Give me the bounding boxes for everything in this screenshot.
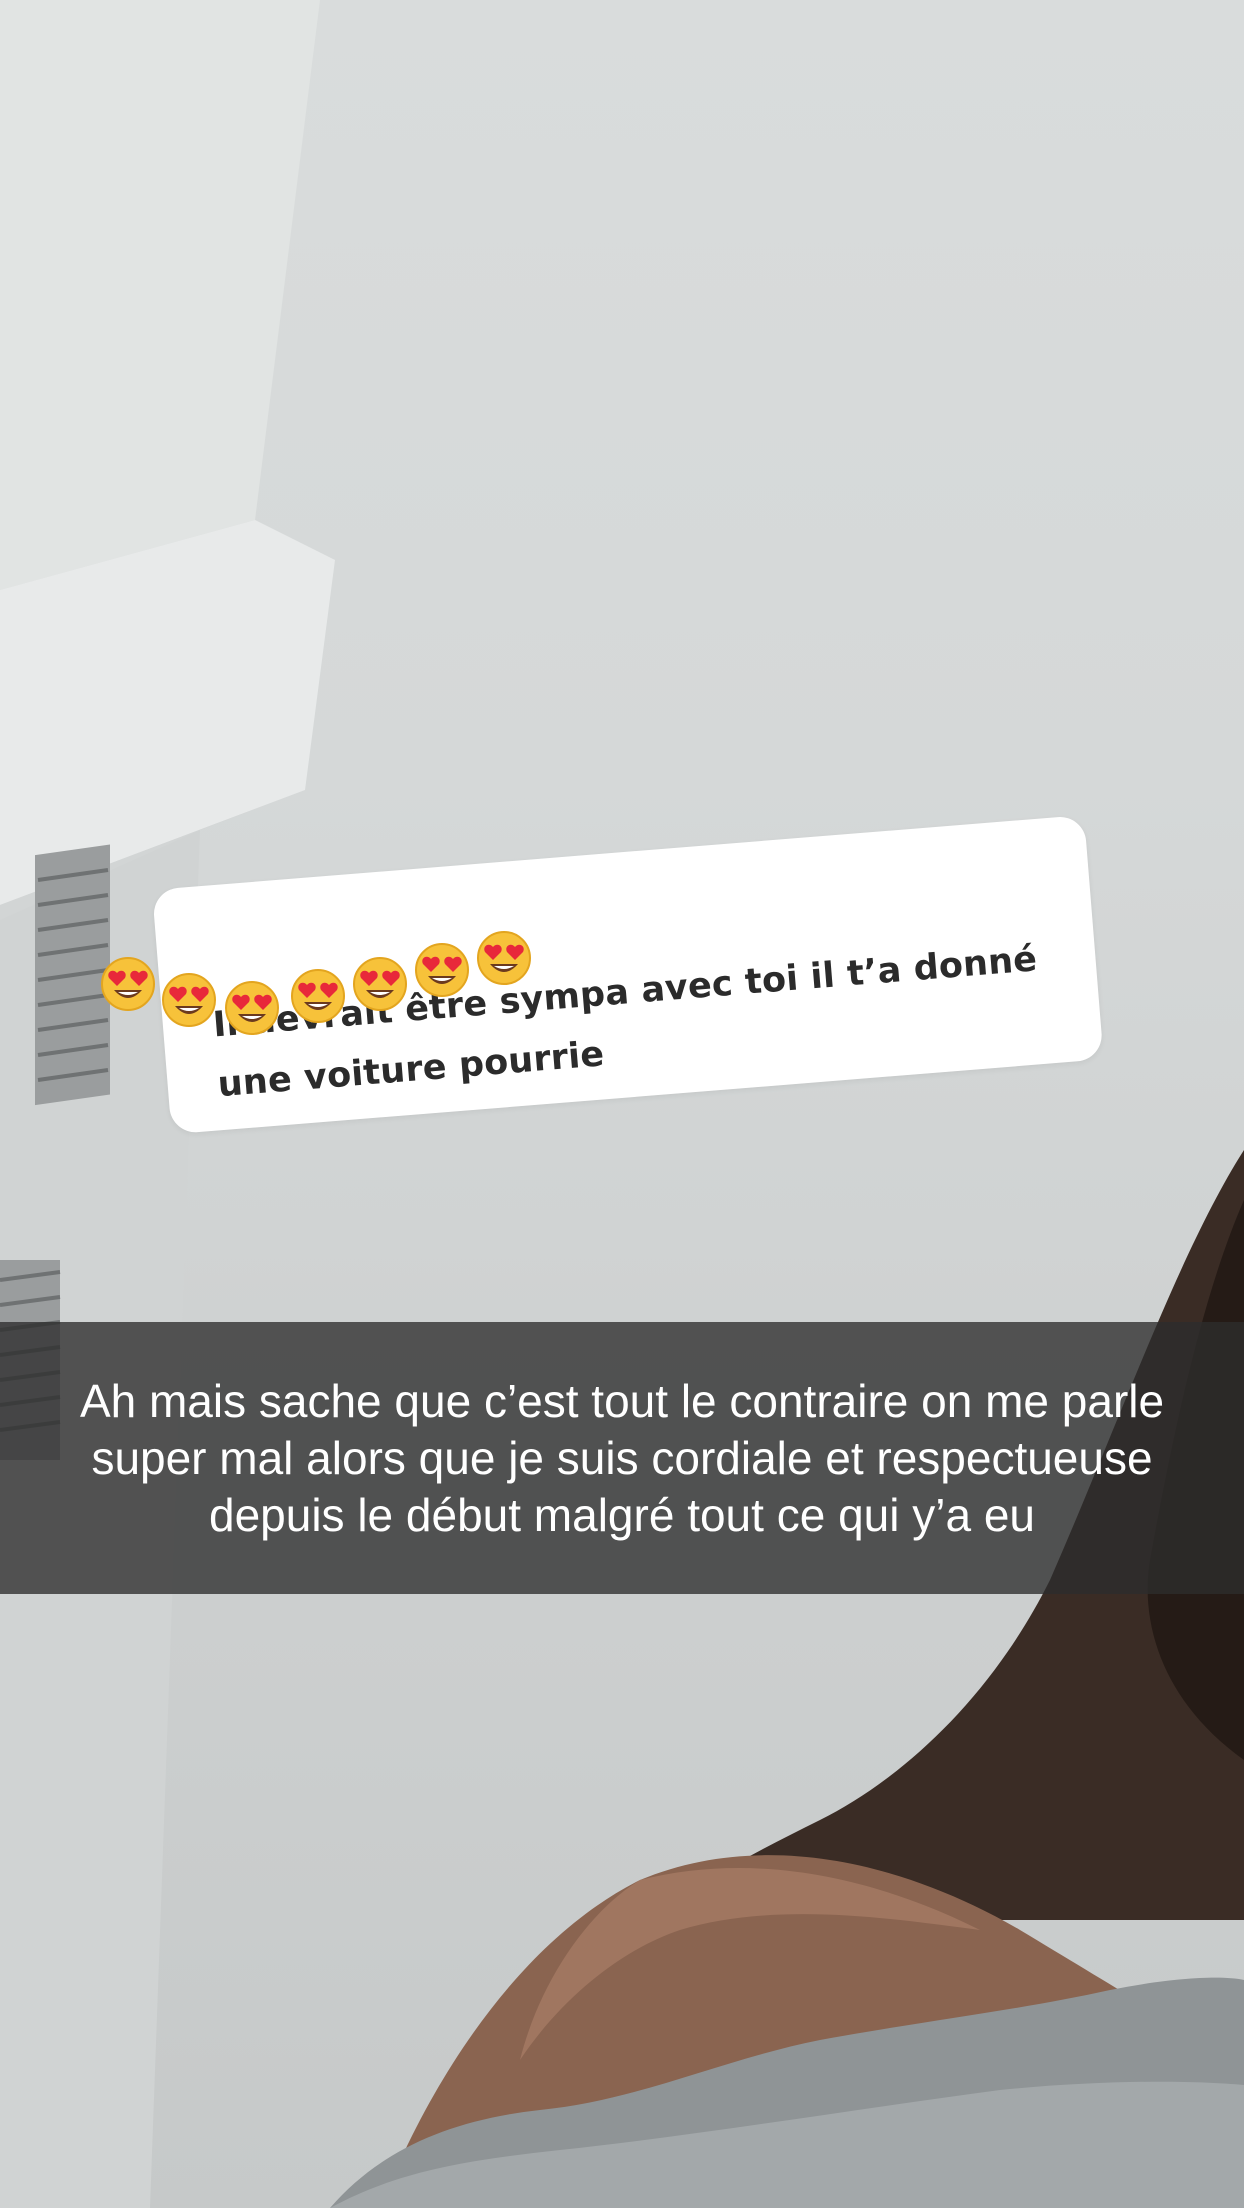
heart-eyes-emoji bbox=[162, 973, 216, 1027]
heart-eyes-emoji bbox=[291, 969, 345, 1023]
heart-eyes-emoji bbox=[477, 931, 531, 985]
heart-eyes-emoji bbox=[415, 943, 469, 997]
vent-grille bbox=[35, 844, 110, 1106]
wall-plane bbox=[0, 0, 320, 590]
caption-bar[interactable]: Ah mais sache que c’est tout le contrair… bbox=[0, 1322, 1244, 1594]
heart-eyes-emoji bbox=[353, 957, 407, 1011]
heart-eyes-emoji bbox=[225, 981, 279, 1035]
heart-eyes-emoji bbox=[101, 957, 155, 1011]
caption-text: Ah mais sache que c’est tout le contrair… bbox=[79, 1374, 1165, 1541]
